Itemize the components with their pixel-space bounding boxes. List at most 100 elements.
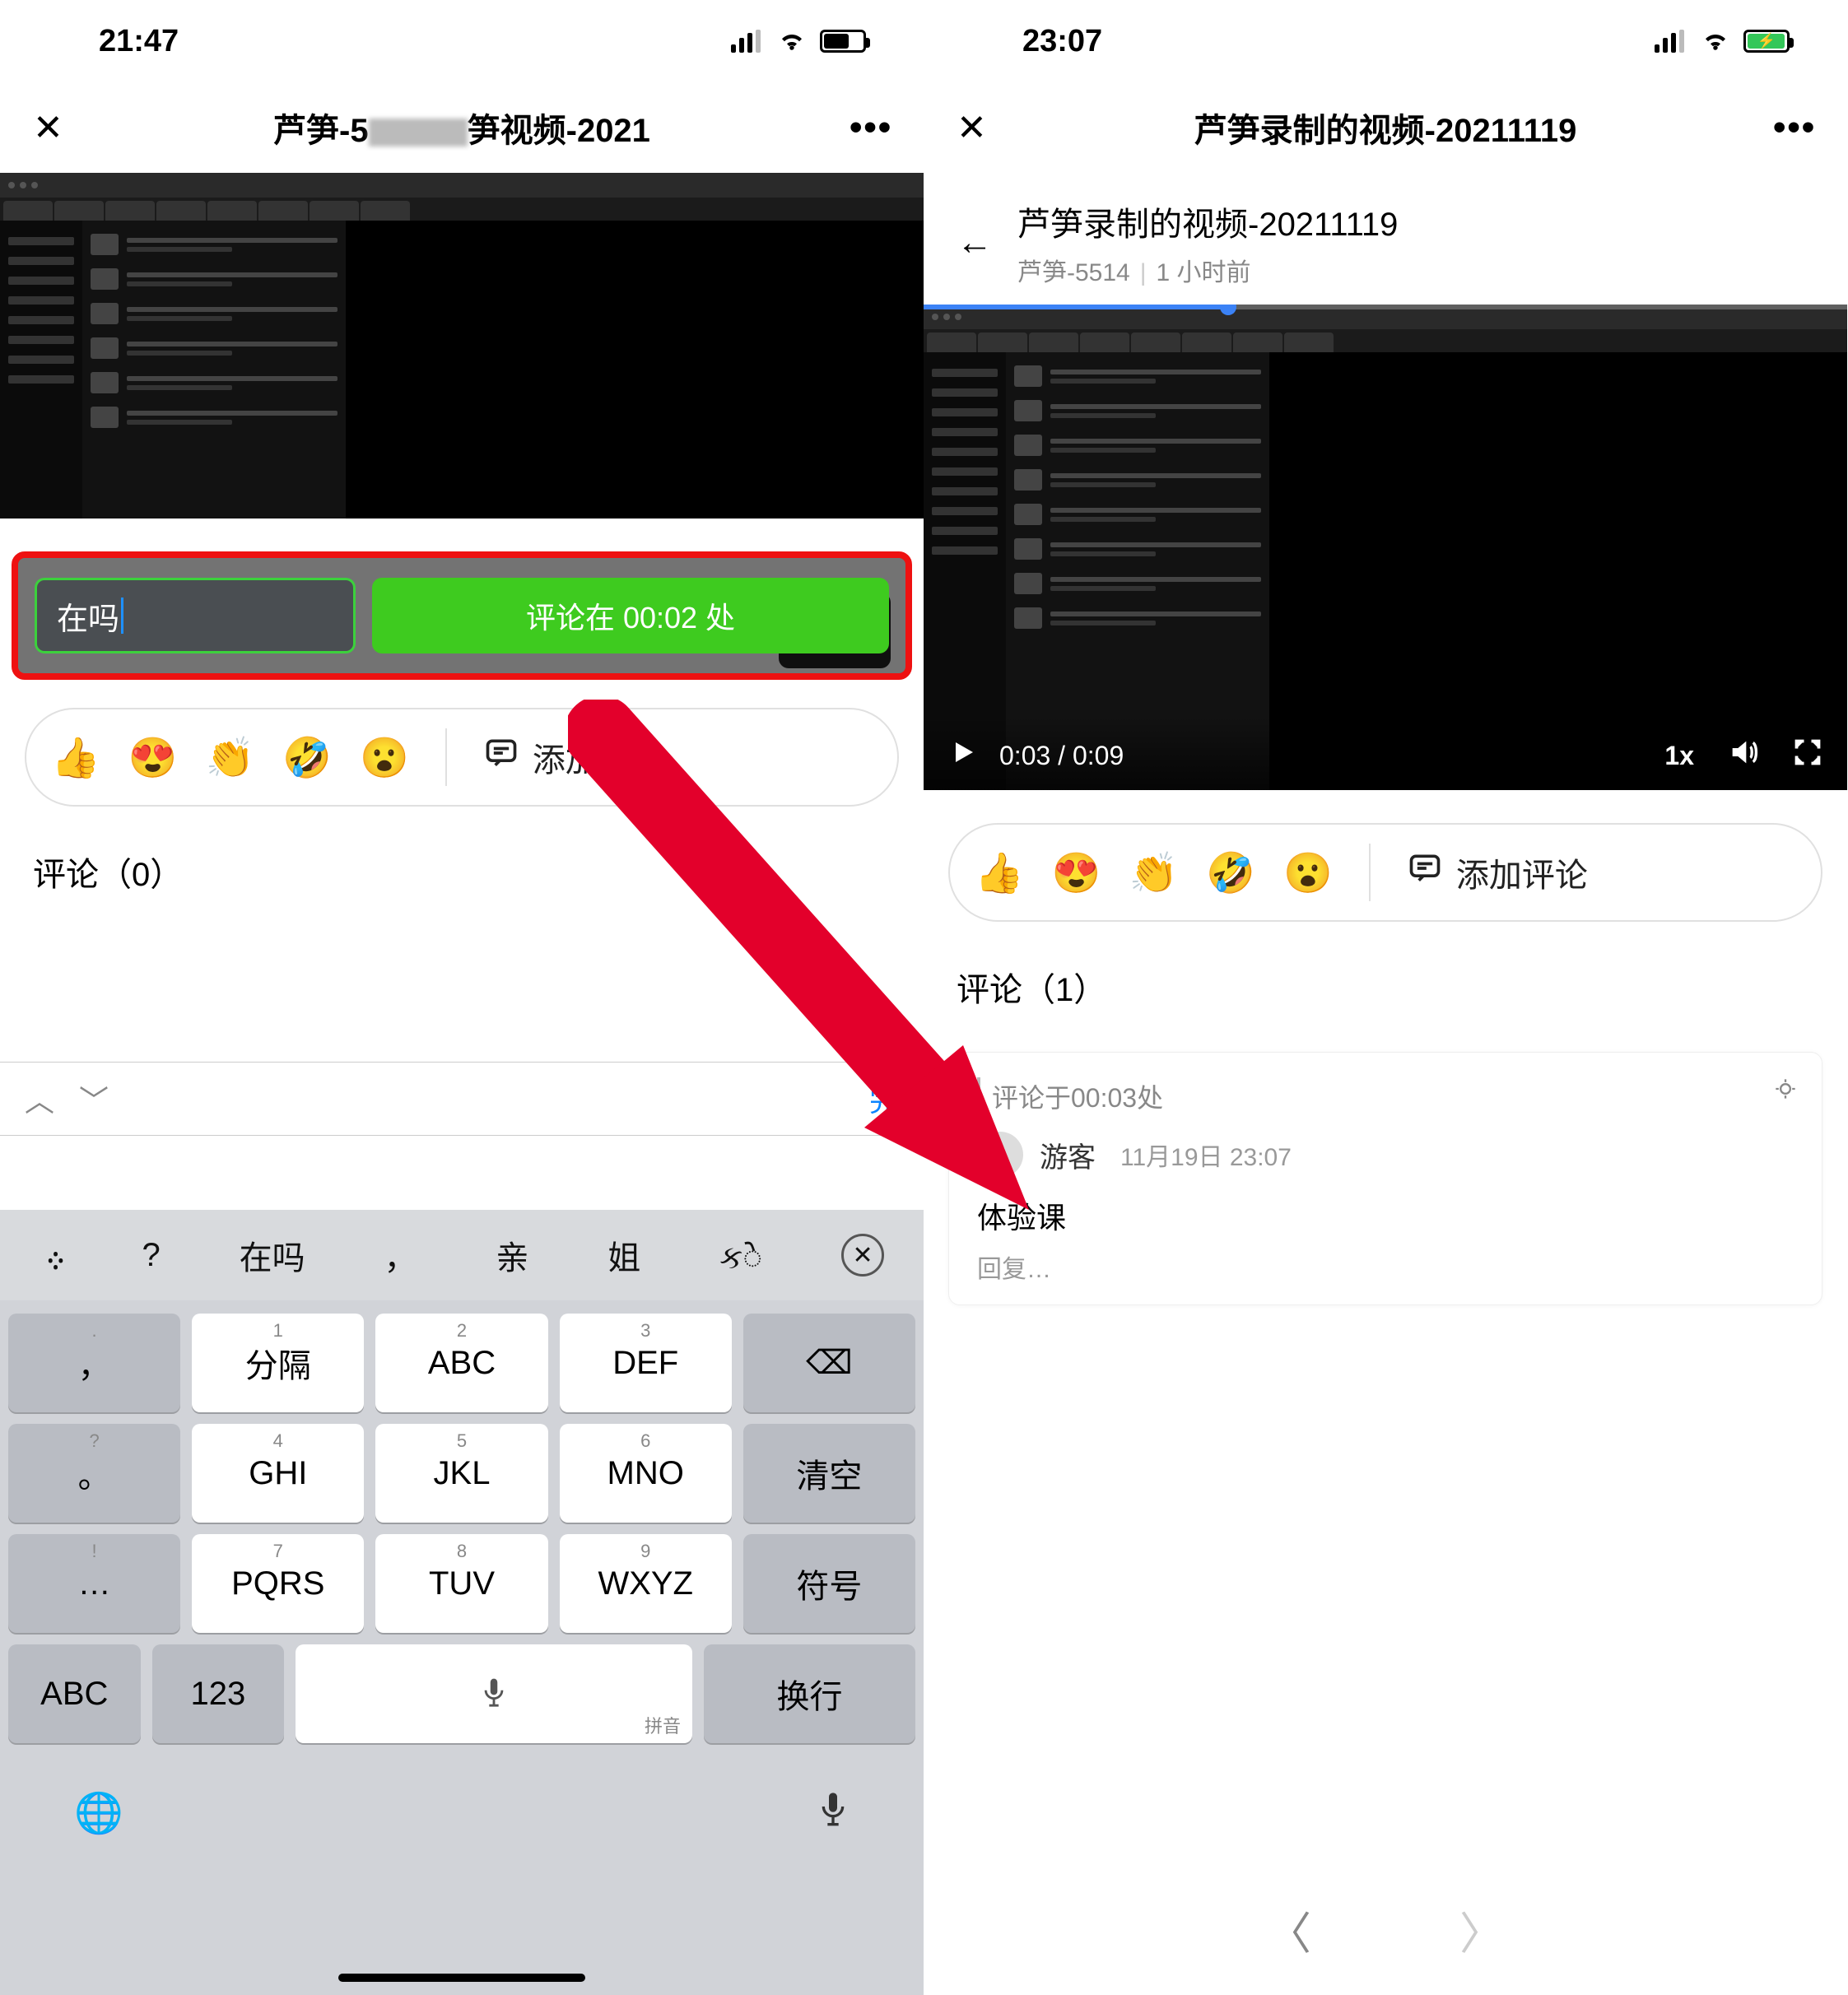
speed-button[interactable]: 1x (1664, 741, 1694, 771)
prediction-item[interactable]: 在吗 (240, 1231, 305, 1279)
wifi-icon (1701, 24, 1730, 59)
volume-icon[interactable] (1727, 736, 1760, 775)
back-icon[interactable]: ← (957, 222, 993, 263)
emoji-wow[interactable]: 😮 (360, 734, 409, 781)
close-icon[interactable]: ✕ (957, 107, 998, 149)
emoji-thumbs-up[interactable]: 👍 (975, 849, 1024, 896)
video-controls: 0:03 / 0:09 1x (924, 716, 1847, 790)
video-title: 芦笋录制的视频-20211119 (1017, 198, 1398, 245)
key[interactable]: ?。 (8, 1424, 180, 1523)
keyboard: .， 1分隔 2ABC 3DEF ⌫ ?。 4GHI 5JKL 6MNO 清空 … (0, 1300, 924, 1995)
globe-icon[interactable]: 🌐 (74, 1789, 123, 1836)
close-icon[interactable]: ✕ (33, 107, 74, 149)
home-indicator (338, 1974, 585, 1982)
key[interactable]: 5JKL (375, 1424, 547, 1523)
prev-page-icon[interactable]: 〈 (1267, 1897, 1311, 1962)
play-icon[interactable] (948, 737, 978, 774)
prediction-item[interactable]: ， (384, 1231, 417, 1279)
video-thumbnail[interactable] (0, 173, 924, 519)
battery-charging-icon: ⚡ (1743, 30, 1790, 53)
divider (1369, 844, 1371, 901)
clear-key[interactable]: 清空 (743, 1424, 915, 1523)
key[interactable]: 2ABC (375, 1314, 547, 1412)
symbol-key[interactable]: 符号 (743, 1534, 915, 1633)
kbd-down-icon[interactable]: ﹀ (79, 1077, 109, 1120)
submit-comment-button[interactable]: 评论在 00:02 处 (372, 578, 889, 653)
emoji-heart-eyes[interactable]: 😍 (128, 734, 178, 781)
locate-icon[interactable] (1774, 1077, 1797, 1104)
key[interactable]: !… (8, 1534, 180, 1633)
more-icon[interactable]: ••• (1773, 107, 1814, 148)
emoji-clap[interactable]: 👏 (206, 734, 255, 781)
video-player[interactable]: 0:03 / 0:09 1x (924, 305, 1847, 790)
prediction-item[interactable]: 亲 (496, 1231, 528, 1279)
fullscreen-icon[interactable] (1793, 737, 1822, 774)
emoji-heart-eyes[interactable]: 😍 (1052, 849, 1101, 896)
page-title: 芦笋录制的视频-20211119 (998, 104, 1773, 151)
status-icons: ⚡ (1655, 24, 1790, 59)
emoji-clap[interactable]: 👏 (1129, 849, 1179, 896)
redacted-pixels (369, 119, 468, 146)
phone-left: 21:47 ✕ 芦笋-5笋视频-2021 ••• (0, 0, 924, 1995)
nav-bar: ✕ 芦笋录制的视频-20211119 ••• (924, 82, 1847, 173)
comment-timestamp-ref: 评论于00:03处 (977, 1077, 1794, 1115)
comment-icon (1407, 850, 1443, 895)
comment-input-highlight: 在吗 评论在 00:02 处 (12, 551, 912, 680)
emoji-wow[interactable]: 😮 (1283, 849, 1333, 896)
clock: 23:07 (1022, 24, 1102, 59)
reply-button[interactable]: 回复… (977, 1249, 1794, 1285)
battery-icon (820, 30, 866, 53)
wifi-icon (777, 24, 807, 59)
next-page-icon[interactable]: 〉 (1459, 1897, 1504, 1962)
emoji-thumbs-up[interactable]: 👍 (51, 734, 100, 781)
prediction-item[interactable]: ? (142, 1237, 161, 1274)
emoji-bar: 👍 😍 👏 🤣 😮 添加评论 (948, 823, 1822, 922)
emoji-rofl[interactable]: 🤣 (1206, 849, 1255, 896)
num-key[interactable]: 123 (152, 1644, 285, 1743)
cellular-icon (1655, 30, 1687, 53)
add-comment-button[interactable]: 添加评论 (483, 733, 664, 781)
key[interactable]: 8TUV (375, 1534, 547, 1633)
keyboard-accessory: ︿ ﹀ 完 (0, 1062, 924, 1136)
more-icon[interactable]: ••• (850, 107, 891, 148)
space-key[interactable]: 拼音 (296, 1644, 692, 1743)
kbd-up-icon[interactable]: ︿ (25, 1077, 54, 1120)
key[interactable]: 1分隔 (192, 1314, 364, 1412)
backspace-key[interactable]: ⌫ (743, 1314, 915, 1412)
phone-right: 23:07 ⚡ ✕ 芦笋录制的视频-20211119 ••• ← 芦笋录制的视频… (924, 0, 1847, 1995)
video-time: 0:03 / 0:09 (999, 741, 1124, 771)
prediction-delete-icon[interactable]: ✕ (841, 1234, 884, 1277)
dictate-icon[interactable] (817, 1789, 850, 1836)
key[interactable]: 9WXYZ (560, 1534, 732, 1633)
return-key[interactable]: 换行 (704, 1644, 915, 1743)
prediction-item[interactable]: ᠅ (40, 1226, 63, 1284)
key[interactable]: .， (8, 1314, 180, 1412)
page-title: 芦笋-5笋视频-2021 (74, 104, 850, 151)
prediction-item[interactable]: કे (719, 1233, 762, 1278)
comment-input[interactable]: 在吗 (35, 578, 356, 653)
mic-icon (480, 1676, 508, 1712)
comment-card[interactable]: 评论于00:03处 游客 11月19日 23:07 体验课 回复… (948, 1052, 1822, 1305)
video-meta: 芦笋-5514|1 小时前 (1017, 252, 1398, 288)
video-progress[interactable] (924, 305, 1847, 309)
key[interactable]: 7PQRS (192, 1534, 364, 1633)
key[interactable]: 6MNO (560, 1424, 732, 1523)
nav-bar: ✕ 芦笋-5笋视频-2021 ••• (0, 82, 924, 173)
emoji-bar: 👍 😍 👏 🤣 😮 添加评论 (25, 708, 899, 807)
status-icons (731, 24, 866, 59)
video-subheader: ← 芦笋录制的视频-20211119 芦笋-5514|1 小时前 (924, 173, 1847, 305)
keyboard-predictions: ᠅ ? 在吗 ， 亲 姐 કे ✕ (0, 1210, 924, 1300)
abc-key[interactable]: ABC (8, 1644, 141, 1743)
key[interactable]: 4GHI (192, 1424, 364, 1523)
avatar-icon (977, 1132, 1023, 1178)
emoji-rofl[interactable]: 🤣 (282, 734, 332, 781)
clock: 21:47 (99, 24, 179, 59)
prediction-item[interactable]: 姐 (607, 1231, 640, 1279)
comment-body: 体验课 (977, 1194, 1794, 1237)
kbd-done-button[interactable]: 完 (869, 1077, 899, 1120)
status-bar: 23:07 ⚡ (924, 0, 1847, 82)
key[interactable]: 3DEF (560, 1314, 732, 1412)
cellular-icon (731, 30, 764, 53)
add-comment-button[interactable]: 添加评论 (1407, 849, 1588, 896)
comments-count: 评论（0） (0, 807, 924, 920)
